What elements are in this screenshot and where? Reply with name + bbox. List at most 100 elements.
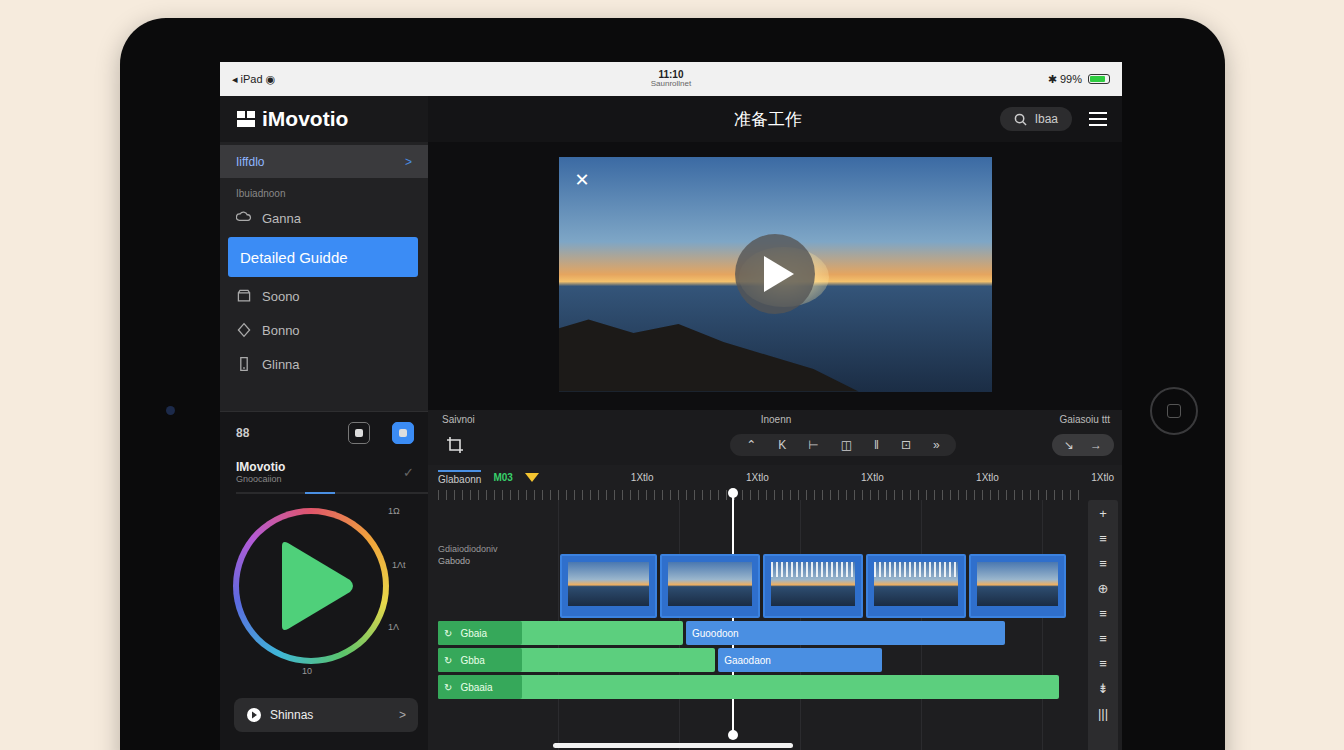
audio-track-label[interactable]: ↻Gbaaia (438, 675, 522, 699)
tool-button[interactable] (348, 422, 370, 444)
toolbar-left-label: Saivnoi (442, 414, 761, 425)
video-clip[interactable] (866, 554, 966, 618)
audio-track-label[interactable]: ↻ Gbaia (438, 621, 522, 645)
audio-segment[interactable]: Gaaodaon (718, 648, 882, 672)
main-header: 准备工作 Ibaa (428, 96, 1122, 142)
ruler: GlabaonnM031Xtlo1Xtlo1Xtlo1Xtlo1Xtlo (428, 465, 1122, 490)
tool-strip-button[interactable]: ≡ (1099, 656, 1107, 672)
video-clip[interactable] (660, 554, 760, 618)
clip-thumbnail (771, 562, 855, 606)
sidebar-top-item[interactable]: Iiffdlo> (220, 145, 428, 178)
toolbar: SaivnoiInoennGaiasoiu ttt ⌃ K ⊢ ◫ ‖ ⊡ » ↘ → (428, 410, 1122, 465)
clip-footer (568, 606, 649, 612)
sidebar-nav: Iiffdlo> Ibuiadnoon GannaDetailed Guidde So… (220, 142, 428, 412)
item-icon (236, 356, 252, 372)
check-icon[interactable]: ✓ (403, 465, 414, 480)
ring-label: 10 (302, 666, 312, 676)
audio-track: Gaaodaon ↻Gbba (438, 648, 1082, 672)
control-button[interactable]: ⌃ (746, 438, 756, 452)
video-frame: ✕ (559, 157, 992, 392)
screen: ◂ iPad ◉11:10Saunrollnet✱ 99%iMovotioIif… (220, 62, 1122, 750)
time-labels: 1Xtlo1Xtlo1Xtlo1Xtlo1Xtlo (551, 472, 1114, 483)
control-button[interactable]: K (778, 438, 786, 452)
tool-square-icon (399, 429, 407, 437)
tool-square-icon (355, 429, 363, 437)
film-icon (236, 109, 256, 129)
sidebar-item[interactable]: Ganna (220, 201, 428, 235)
video-track: Gabodo (438, 554, 1082, 618)
loop-icon: ↻ (444, 682, 452, 693)
tool-strip-button[interactable]: ≡ (1099, 531, 1107, 547)
tool-strip-button[interactable]: + (1099, 506, 1107, 522)
audio-track-name: Gbaia (460, 628, 487, 639)
time-label: 1Xtlo (861, 472, 884, 483)
clip-thumbnail (668, 562, 752, 606)
tracks: GdiaiodiodonivGabodoGuoodoon↻GbaiaGaaoda… (438, 500, 1082, 750)
audio-segment[interactable] (438, 675, 1059, 699)
stage: ◂ iPad ◉11:10Saunrollnet✱ 99%iMovotioIif… (0, 0, 1344, 750)
dial[interactable]: 1Ω1Λt1Λ10 (220, 502, 428, 684)
close-button[interactable]: ✕ (575, 169, 590, 191)
tool-strip-button[interactable]: ||| (1098, 706, 1108, 722)
clip-footer (771, 606, 855, 612)
video-clip[interactable] (763, 554, 863, 618)
audio-track-name: Gbba (460, 655, 484, 666)
lower-panel: 88 IMovotioGnoocaiion✓ 1Ω1Λt1Λ10 Shinnas> (220, 412, 428, 750)
search-field[interactable]: Ibaa (1000, 107, 1072, 131)
sidebar-item-label: Soono (262, 289, 300, 304)
video-clip[interactable] (969, 554, 1066, 618)
playback-controls: ⌃ K ⊢ ◫ ‖ ⊡ » (730, 434, 956, 456)
tool-strip-button[interactable]: ⇟ (1098, 681, 1109, 697)
right-control-button[interactable]: ↘ (1064, 438, 1074, 452)
loop-icon: ↻ (444, 628, 452, 639)
toolbar-labels: SaivnoiInoennGaiasoiu ttt (428, 410, 1122, 425)
status-bar: ◂ iPad ◉11:10Saunrollnet✱ 99% (220, 62, 1122, 96)
tool-button[interactable] (392, 422, 414, 444)
tool-strip-button[interactable]: ≡ (1099, 556, 1107, 572)
main-area: 准备工作 Ibaa ✕ SaivnoiInoennGaiasoiu ttt ⌃ K ⊢ ◫ ‖ ⊡… (428, 96, 1122, 750)
logo: iMovotio (220, 96, 428, 142)
play-button[interactable] (735, 234, 815, 314)
tool-strip-button[interactable]: ≡ (1099, 631, 1107, 647)
control-button[interactable]: ‖ (874, 438, 879, 452)
sidebar-item[interactable]: Glinna (220, 347, 428, 381)
control-button[interactable]: ◫ (841, 438, 852, 452)
right-bezel (1122, 62, 1225, 750)
control-button[interactable]: » (933, 438, 940, 452)
search-label: Ibaa (1035, 112, 1058, 126)
audio-track-label[interactable]: ↻Gbba (438, 648, 522, 672)
menu-icon[interactable] (1088, 110, 1108, 128)
sidebar-item-label: Bonno (262, 323, 300, 338)
camera-icon (166, 406, 175, 415)
sidebar-item[interactable]: Detailed Guidde (228, 237, 418, 277)
play-icon (274, 540, 356, 632)
item-icon (236, 210, 252, 226)
tool-strip-button[interactable]: ⊕ (1098, 581, 1109, 597)
time-label: 1Xtlo (976, 472, 999, 483)
tablet-device: ◂ iPad ◉11:10Saunrollnet✱ 99%iMovotioIif… (120, 18, 1225, 750)
play-icon (760, 254, 796, 294)
toolbar-right-label: Gaiasoiu ttt (791, 414, 1110, 425)
marker-icon[interactable] (525, 473, 539, 483)
preview: ✕ (428, 142, 1122, 410)
clip-footer (874, 606, 958, 612)
panel-button[interactable]: Shinnas> (234, 698, 418, 732)
chevron-icon: > (405, 155, 412, 169)
page-title: 准备工作 (734, 108, 802, 131)
panel-title-row: IMovotioGnoocaiion✓ (220, 450, 428, 488)
crop-icon[interactable] (446, 436, 464, 454)
playhead-knob (728, 730, 738, 740)
control-button[interactable]: ⊡ (901, 438, 911, 452)
control-button[interactable]: ⊢ (808, 438, 818, 452)
audio-segment[interactable]: Guoodoon (686, 621, 1005, 645)
tool-text[interactable]: 88 (236, 426, 249, 440)
home-button[interactable] (1150, 387, 1198, 435)
right-control-button[interactable]: → (1090, 438, 1102, 452)
tool-strip-button[interactable]: ≡ (1099, 606, 1107, 622)
left-bezel (120, 62, 220, 750)
clip-thumbnail (568, 562, 649, 606)
sidebar-item[interactable]: Soono (220, 279, 428, 313)
sidebar-section: Ibuiadnoon (236, 188, 412, 199)
video-clip[interactable] (560, 554, 657, 618)
sidebar-item[interactable]: Bonno (220, 313, 428, 347)
